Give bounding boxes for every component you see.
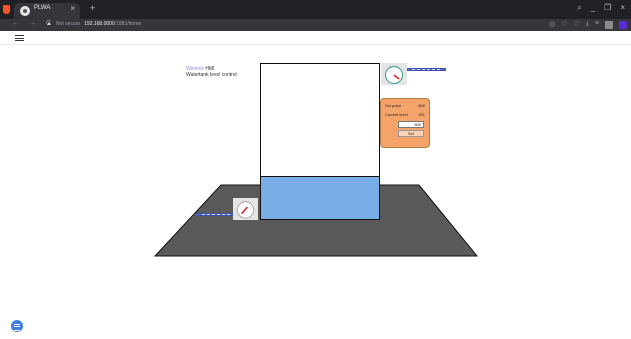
back-button[interactable]: ← [12, 20, 19, 27]
outflow-gauge-icon [233, 198, 258, 220]
tab-favicon-icon [20, 6, 30, 16]
water-level-fill [261, 175, 379, 219]
close-window-button[interactable]: × [620, 3, 625, 13]
url-host: 192.168.0000 [84, 21, 115, 27]
heart-icon[interactable]: ♡ [574, 20, 580, 29]
browser-tab[interactable]: PLWA × [14, 3, 80, 19]
setpoint-row: Set point 800 [385, 103, 425, 108]
warning-icon: ▲ [46, 21, 52, 27]
forward-button[interactable]: → [29, 20, 36, 27]
current-level-label: Current level [385, 112, 408, 117]
search-tabs-icon[interactable]: ⌕ [577, 3, 581, 13]
minimize-button[interactable]: _ [591, 3, 595, 13]
page-content: Weintek HMI Watertank level control Set … [0, 31, 631, 339]
inflow-pipe [406, 68, 446, 71]
address-bar: ← → C ▲ Not secure 192.168.0000:1881/hom… [0, 19, 631, 31]
outflow-pipe [196, 213, 236, 216]
control-panel: Set point 800 Current level 251 800 Set [380, 98, 430, 148]
url-field[interactable]: ▲ Not secure 192.168.0000:1881/home [46, 21, 141, 27]
tab-close-icon[interactable]: × [70, 4, 75, 13]
url-security-label: Not secure [55, 21, 81, 27]
new-tab-button[interactable]: + [90, 3, 95, 13]
inflow-gauge-icon [381, 63, 407, 85]
setpoint-value: 800 [418, 103, 425, 108]
shields-icon[interactable]: ♡ [561, 20, 567, 29]
browser-tab-bar: PLWA × + ⌕ _ ❐ × [0, 0, 631, 19]
set-button[interactable]: Set [398, 130, 424, 137]
download-icon[interactable]: ⤓ [586, 20, 589, 29]
extension-icon[interactable] [605, 21, 613, 29]
tab-title: PLWA [34, 5, 51, 11]
profile-icon[interactable] [619, 21, 627, 29]
extension-icons: ◎ ♡ ♡ ⤓ ≡ [549, 20, 627, 29]
chat-fab-button[interactable] [11, 320, 23, 332]
current-level-value: 251 [418, 112, 425, 117]
reader-icon[interactable]: ◎ [549, 20, 555, 29]
window-controls: ⌕ _ ❐ × [577, 3, 625, 13]
browser-logo-icon [3, 5, 10, 14]
setpoint-label: Set point [385, 103, 401, 108]
maximize-button[interactable]: ❐ [604, 3, 611, 13]
menu-icon[interactable]: ≡ [595, 20, 599, 29]
current-level-row: Current level 251 [385, 112, 425, 117]
water-tank [260, 63, 380, 220]
url-path: :1881/home [114, 21, 142, 27]
setpoint-input[interactable]: 800 [398, 121, 424, 128]
